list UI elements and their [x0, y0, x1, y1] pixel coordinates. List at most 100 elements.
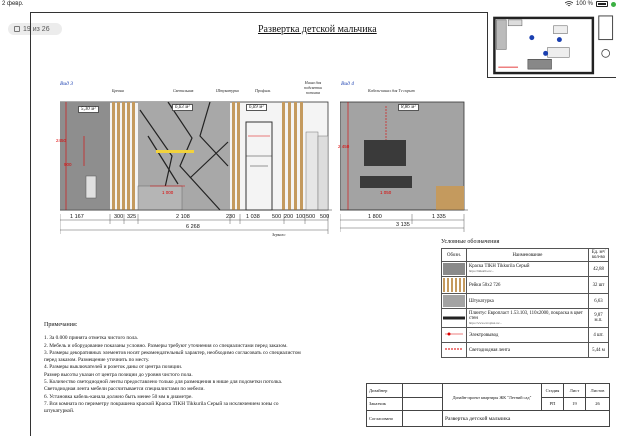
- callout-brick: Бревна: [112, 88, 124, 93]
- dim-seg-4: 2 108: [176, 214, 190, 220]
- tb-sheets-label: Листов: [585, 383, 610, 398]
- area-box-view4: 8,86 м²: [398, 104, 419, 111]
- legend-row: Рейки 50х2 726 32 шт: [441, 276, 609, 294]
- tb-sheet-no: 19: [563, 396, 586, 412]
- dim-seg-5: 230: [226, 214, 236, 220]
- red-dim-switch: 900: [64, 162, 72, 167]
- legend-row-value: 5,44 м: [588, 342, 609, 358]
- red-dim-view4-height: 2 450: [338, 144, 350, 149]
- tb-sheet-label: Лист: [563, 383, 586, 398]
- outlet-icon: [441, 327, 467, 343]
- battery-percent: 100 %: [575, 1, 593, 7]
- legend-row: Краска TIKH Tikkurila Серый https://tikku…: [441, 261, 609, 277]
- notes-block: Примечания: 1. За 0.000 принята отметка …: [44, 322, 364, 416]
- note-line: 1. За 0.000 принята отметка чистого пола…: [44, 335, 139, 342]
- legend-row-value: 9,87 м.п.: [588, 308, 609, 328]
- dim-view4-total: 3 135: [396, 222, 410, 228]
- dim-seg-8: 200: [284, 214, 294, 220]
- plaster-swatch: [441, 293, 467, 309]
- notes-title: Примечания:: [44, 322, 78, 328]
- red-dim-height: 2450: [56, 138, 67, 143]
- status-right: 100 %: [564, 1, 616, 7]
- baseboard-swatch: [441, 308, 467, 328]
- dim-seg-6: 1 038: [246, 214, 260, 220]
- dim-seg-3: 325: [127, 214, 137, 220]
- tb-stage-label: Стадия: [541, 383, 564, 398]
- tb-approved-label: Согласовано: [366, 410, 403, 427]
- note-line: 4. Размеры выключателей и розеток даны о…: [44, 364, 183, 371]
- legend-row: Электровывод 4 шт.: [441, 327, 609, 343]
- wifi-icon: [564, 1, 573, 7]
- legend-table: Обозн. Наименование Ед. м²/ кол-во Краск…: [441, 248, 609, 358]
- legend-row-value: 6,63: [588, 293, 609, 309]
- callout-niche: Ниша для подсветки потолка: [304, 80, 322, 95]
- tb-project: Дизайн-проект квартиры ЖК "Летний сад": [442, 382, 542, 412]
- legend-row-link: https://tikkurila.ru/...: [469, 269, 494, 273]
- led-strip-icon: [441, 342, 467, 358]
- slats-swatch: [441, 276, 467, 294]
- area-box-1: 5,30 м²: [78, 106, 99, 113]
- note-line: Размер высоты указан от центра позиции д…: [44, 371, 193, 378]
- legend-header-symbol: Обозн.: [441, 248, 467, 262]
- area-box-3: 6,69 м²: [246, 104, 267, 111]
- note-line: 6. Установка кабель-канала должно быть м…: [44, 393, 193, 400]
- dim-view4-seg-1: 1 800: [368, 214, 382, 220]
- pages-icon: [14, 26, 20, 32]
- legend-title: Условные обозначения: [441, 239, 500, 245]
- dim-seg-1: 1 167: [70, 214, 84, 220]
- tb-drawing-name: Развертка детской мальчика: [442, 410, 610, 427]
- legend-row: Светодиодная лента 5,44 м: [441, 342, 609, 358]
- callout-lamp: Светильник: [173, 88, 194, 93]
- legend-row-name: Рейки 50х2 726: [466, 276, 589, 294]
- elevation-view3: [60, 101, 332, 234]
- tb-designer-label: Дизайнер: [366, 383, 403, 398]
- legend-header-qty: Ед. м²/ кол-во: [588, 248, 609, 262]
- floor-plan-thumbnail: [487, 12, 616, 78]
- red-dim-view4-tv: 1 050: [380, 190, 392, 195]
- note-line: 3. Размеры декоративных элементов носят …: [44, 349, 301, 356]
- tv-panel: [364, 140, 406, 166]
- view4-label: Вид 4: [341, 81, 355, 87]
- legend-row-value: 4 шт.: [588, 327, 609, 343]
- dim-seg-7: 500: [272, 214, 282, 220]
- callout-cable-channel: Кабель-канал для Tv скрыт: [368, 88, 415, 93]
- callout-profile: Профиль: [255, 88, 271, 93]
- legend-row-value: 32 шт: [588, 276, 609, 294]
- legend-row: Плинтус Европласт 1.53.103, 110х2000, по…: [441, 308, 609, 328]
- mirror-note: Зеркало: [272, 232, 286, 237]
- legend-row-name: Плинтус Европласт 1.53.103, 110х2000, по…: [469, 310, 583, 321]
- dim-view4-seg-2: 1 335: [432, 214, 446, 220]
- legend-row-value: 42,88: [588, 261, 609, 277]
- status-bar: 2 февр. 100 %: [0, 0, 620, 10]
- legend-header-row: Обозн. Наименование Ед. м²/ кол-во: [441, 248, 609, 262]
- legend-row: Штукатурка 6,63: [441, 293, 609, 309]
- note-line: 7. Вся комната по периметру покрашена кр…: [44, 400, 279, 407]
- tb-sheets-total: 26: [585, 396, 610, 412]
- tb-stage: РП: [541, 396, 564, 412]
- dim-seg-9: 100: [296, 214, 306, 220]
- legend-header-name: Наименование: [466, 248, 589, 262]
- area-box-2: 6,63 м²: [172, 104, 193, 111]
- sheet-title: Развертка детской мальчика: [258, 24, 377, 35]
- dim-seg-2: 300: [114, 214, 124, 220]
- legend-row-name: Электровывод: [466, 327, 589, 343]
- paint-swatch: [441, 261, 467, 277]
- battery-icon: [596, 1, 608, 7]
- charging-icon: [611, 1, 616, 7]
- note-line: Светодиодная лента мебели рассчитывается…: [44, 386, 205, 393]
- legend-row-name: Светодиодная лента: [466, 342, 589, 358]
- dim-seg-10: 500: [306, 214, 316, 220]
- status-time: 2 февр.: [2, 1, 24, 7]
- dim-total-view3: 6 268: [186, 224, 200, 230]
- red-dim-led: 1 000: [162, 190, 174, 195]
- legend-row-link: https://www.evroplast.ru/...: [469, 320, 502, 325]
- dim-seg-11: 500: [320, 214, 330, 220]
- note-line: 2. Мебель и оборудование показаны условн…: [44, 342, 288, 349]
- tb-checked-label: Заказчик: [366, 396, 403, 412]
- callout-plaster: Штукатурка: [216, 88, 239, 93]
- elevation-view4: [340, 101, 468, 232]
- view3-label: Вид 3: [60, 81, 74, 87]
- note-line: штукатуркой.: [44, 408, 75, 415]
- title-block: Дизайнер Дизайн-проект квартиры ЖК "Летн…: [366, 382, 610, 427]
- legend-row-name: Штукатурка: [466, 293, 589, 309]
